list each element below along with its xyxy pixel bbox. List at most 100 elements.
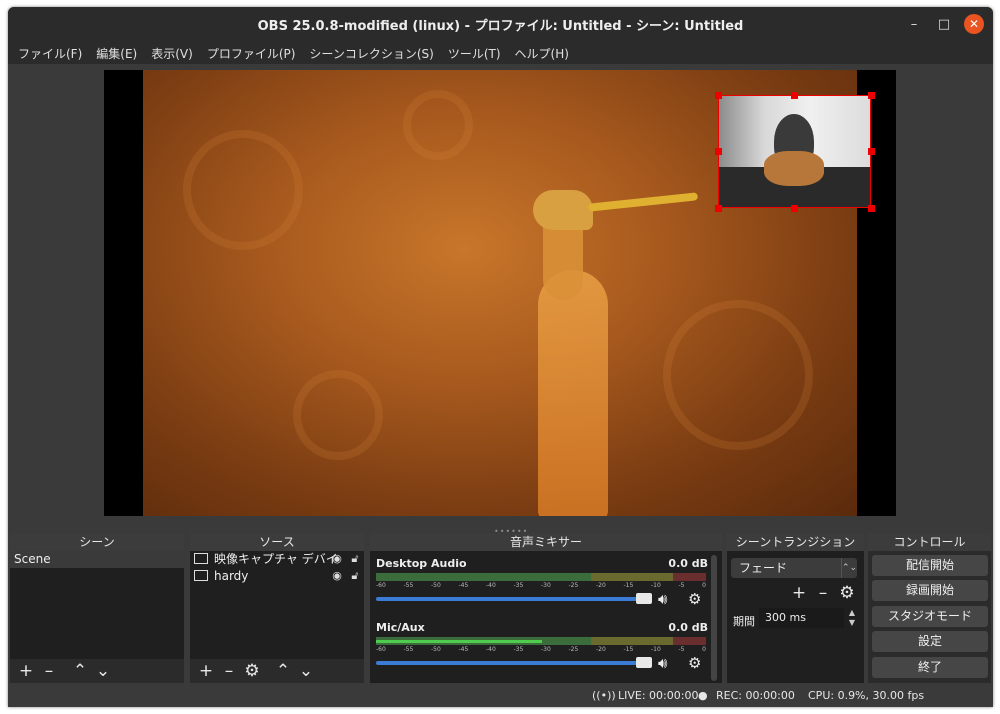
exit-button[interactable]: 終了 — [872, 657, 988, 678]
video-capture-source[interactable] — [718, 95, 871, 208]
menu-bar: ファイル(F) 編集(E) 表示(V) プロファイル(P) シーンコレクション(… — [8, 42, 993, 64]
move-up-icon[interactable]: ⌃ — [273, 661, 293, 681]
volume-meter — [376, 573, 706, 581]
transition-gear-icon[interactable]: ⚙ — [837, 583, 857, 603]
duration-label: 期間 — [733, 615, 755, 628]
rec-status: REC: 00:00:00 — [716, 689, 795, 702]
live-status: LIVE: 00:00:00 — [618, 689, 699, 702]
menu-profile[interactable]: プロファイル(P) — [207, 45, 296, 62]
menu-help[interactable]: ヘルプ(H) — [515, 45, 569, 62]
controls-title: コントロール — [868, 533, 991, 551]
resize-handle[interactable] — [715, 205, 722, 212]
visibility-eye-icon[interactable]: ◉ — [330, 553, 344, 565]
duration-input[interactable]: 300 ms — [759, 608, 844, 628]
image-icon — [194, 570, 208, 581]
transitions-body: フェード ⌃⌄ + – ⚙ 期間 300 ms ▲ ▼ — [727, 551, 864, 683]
title-bar: OBS 25.0.8-modified (linux) - プロファイル: Un… — [8, 7, 993, 42]
menu-view[interactable]: 表示(V) — [151, 45, 193, 62]
resize-handle[interactable] — [868, 148, 875, 155]
move-up-icon[interactable]: ⌃ — [70, 661, 90, 681]
menu-scene-collection[interactable]: シーンコレクション(S) — [309, 45, 433, 62]
transition-select[interactable]: フェード ⌃⌄ — [731, 558, 857, 578]
meter-ticks: -60 -55 -50 -45 -40 -35 -30 -25 -20 -15 -10 -5 0 — [376, 582, 706, 589]
audio-mixer-dock: 音声ミキサー Desktop Audio 0.0 dB -60 -55 -50 -45… — [370, 533, 722, 683]
heron-beak — [587, 192, 699, 212]
scenes-title: シーン — [10, 533, 184, 551]
menu-tools[interactable]: ツール(T) — [448, 45, 501, 62]
decor-swirl — [183, 130, 303, 250]
preview-area — [8, 64, 993, 529]
obs-window: OBS 25.0.8-modified (linux) - プロファイル: Un… — [8, 7, 993, 707]
move-down-icon[interactable]: ⌄ — [296, 661, 316, 681]
channel-db: 0.0 dB — [668, 621, 708, 634]
duration-spinner[interactable]: ▲ ▼ — [845, 608, 859, 628]
source-name: 映像キャプチャ デバイ — [214, 552, 338, 566]
volume-slider[interactable] — [376, 661, 648, 665]
volume-slider-handle[interactable] — [636, 657, 652, 668]
source-item[interactable]: hardy ◉ 🔓︎ — [190, 568, 364, 585]
scene-transitions-dock: シーントランジション フェード ⌃⌄ + – ⚙ 期間 300 ms ▲ ▼ — [727, 533, 864, 683]
add-source-button[interactable]: + — [196, 661, 216, 681]
scene-item[interactable]: Scene — [10, 551, 184, 568]
remove-transition-button[interactable]: – — [813, 583, 833, 603]
settings-button[interactable]: 設定 — [872, 631, 988, 652]
gear-icon[interactable]: ⚙ — [688, 590, 701, 608]
channel-db: 0.0 dB — [668, 557, 708, 570]
decor-swirl — [403, 90, 473, 160]
heron-head — [533, 190, 593, 230]
scenes-toolbar: + – ⌃ ⌄ — [10, 659, 184, 683]
speaker-icon[interactable]: 🔊︎ — [658, 654, 667, 672]
mixer-channel: Desktop Audio 0.0 dB -60 -55 -50 -45 -40 -35-… — [376, 557, 708, 615]
lock-icon[interactable]: 🔓︎ — [348, 553, 362, 565]
studio-mode-button[interactable]: スタジオモード — [872, 606, 988, 627]
add-scene-button[interactable]: + — [16, 661, 36, 681]
source-item[interactable]: 映像キャプチャ デバイ ◉ 🔓︎ — [190, 551, 364, 568]
gear-icon[interactable]: ⚙ — [688, 654, 701, 672]
resize-handle[interactable] — [715, 148, 722, 155]
lock-icon[interactable]: 🔓︎ — [348, 570, 362, 582]
menu-file[interactable]: ファイル(F) — [18, 45, 82, 62]
scenes-list: Scene + – ⌃ ⌄ — [10, 551, 184, 683]
start-streaming-button[interactable]: 配信開始 — [872, 555, 988, 576]
mixer-title: 音声ミキサー — [370, 533, 722, 551]
volume-slider-handle[interactable] — [636, 593, 652, 604]
mixer-body: Desktop Audio 0.0 dB -60 -55 -50 -45 -40 -35-… — [370, 551, 722, 683]
meter-ticks: -60 -55 -50 -45 -40 -35 -30 -25 -20 -15 -10 -5 0 — [376, 646, 706, 653]
scenes-dock: シーン Scene + – ⌃ ⌄ — [10, 533, 184, 683]
resize-handle[interactable] — [868, 92, 875, 99]
rec-dot-icon: ● — [698, 689, 708, 702]
channel-name: Mic/Aux — [376, 621, 425, 634]
decor-swirl — [663, 300, 813, 450]
add-transition-button[interactable]: + — [789, 583, 809, 603]
maximize-button[interactable]: □ — [934, 14, 954, 34]
decor-swirl — [293, 370, 383, 460]
resize-handle[interactable] — [868, 205, 875, 212]
source-properties-gear-icon[interactable]: ⚙ — [242, 661, 262, 681]
controls-dock: コントロール 配信開始 録画開始 スタジオモード 設定 終了 — [868, 533, 991, 683]
camera-icon — [194, 553, 208, 564]
resize-handle[interactable] — [791, 205, 798, 212]
move-down-icon[interactable]: ⌄ — [93, 661, 113, 681]
channel-name: Desktop Audio — [376, 557, 467, 570]
preview-canvas[interactable] — [104, 70, 896, 516]
start-recording-button[interactable]: 録画開始 — [872, 580, 988, 601]
volume-slider[interactable] — [376, 597, 648, 601]
minimize-button[interactable]: – — [904, 14, 924, 34]
resize-handle[interactable] — [791, 92, 798, 99]
mixer-scrollbar[interactable] — [711, 555, 717, 681]
close-button[interactable]: ✕ — [964, 14, 984, 34]
resize-handle[interactable] — [715, 92, 722, 99]
remove-source-button[interactable]: – — [219, 661, 239, 681]
mixer-channel: Mic/Aux 0.0 dB -60 -55 -50 -45 -40 -35 -30 -25-… — [376, 621, 708, 679]
visibility-eye-icon[interactable]: ◉ — [330, 570, 344, 582]
cpu-status: CPU: 0.9%, 30.00 fps — [808, 689, 925, 702]
menu-edit[interactable]: 編集(E) — [96, 45, 137, 62]
live-broadcast-icon: ((•)) — [592, 689, 616, 702]
sources-toolbar: + – ⚙ ⌃ ⌄ — [190, 659, 364, 683]
sources-dock: ソース 映像キャプチャ デバイ ◉ 🔓︎ hardy ◉ 🔓︎ + – ⚙ ⌃ … — [190, 533, 364, 683]
remove-scene-button[interactable]: – — [39, 661, 59, 681]
speaker-icon[interactable]: 🔊︎ — [658, 590, 667, 608]
transition-selected: フェード — [739, 561, 788, 575]
window-title: OBS 25.0.8-modified (linux) - プロファイル: Un… — [257, 19, 744, 34]
sources-list: 映像キャプチャ デバイ ◉ 🔓︎ hardy ◉ 🔓︎ + – ⚙ ⌃ ⌄ — [190, 551, 364, 683]
